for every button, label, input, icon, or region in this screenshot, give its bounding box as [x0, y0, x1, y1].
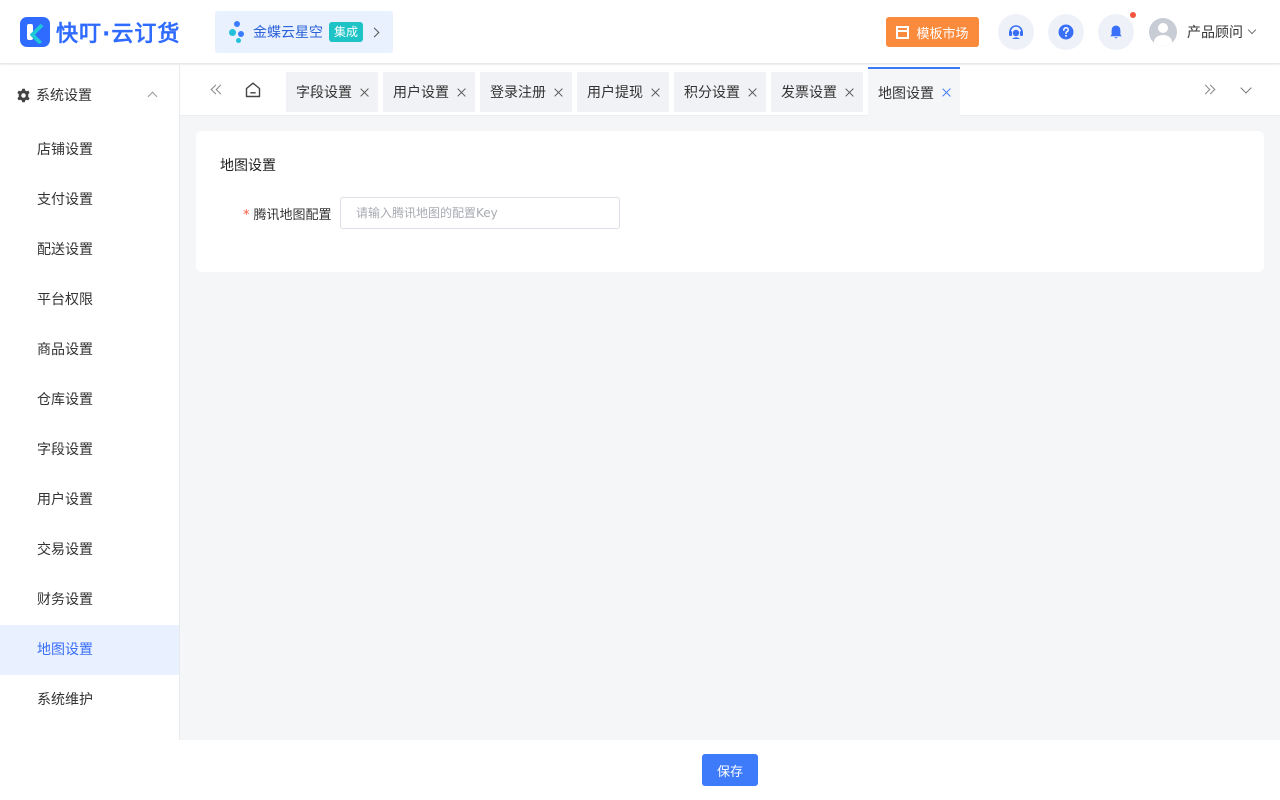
- sidebar-item-users[interactable]: 用户设置: [0, 475, 179, 525]
- chevron-down-icon[interactable]: [1240, 82, 1252, 94]
- sidebar-item-warehouse[interactable]: 仓库设置: [0, 375, 179, 425]
- tab-login-register[interactable]: 登录注册: [480, 72, 572, 112]
- logo-mark-icon: [20, 17, 50, 47]
- card-title: 地图设置: [220, 158, 276, 174]
- home-icon[interactable]: [244, 81, 262, 99]
- map-settings-card: 地图设置 * 腾讯地图配置: [196, 131, 1264, 272]
- footer-bar: 保存: [0, 740, 1280, 800]
- close-icon[interactable]: [942, 88, 951, 97]
- sidebar-item-map[interactable]: 地图设置: [0, 625, 179, 675]
- template-market-label: 模板市场: [916, 26, 969, 42]
- close-icon[interactable]: [651, 88, 660, 97]
- user-menu[interactable]: 产品顾问: [1149, 18, 1257, 46]
- help-icon: [1058, 24, 1074, 40]
- bell-icon: [1110, 25, 1122, 39]
- tab-label: 字段设置: [296, 85, 352, 101]
- scroll-tabs-left-icon[interactable]: [210, 83, 226, 97]
- tab-user-withdraw[interactable]: 用户提现: [577, 72, 669, 112]
- tab-invoice-settings[interactable]: 发票设置: [771, 72, 863, 112]
- notification-dot: [1130, 12, 1136, 18]
- tab-label: 发票设置: [781, 85, 837, 101]
- user-name: 产品顾问: [1187, 25, 1243, 41]
- integration-badge: 集成: [329, 22, 364, 42]
- close-icon[interactable]: [360, 88, 369, 97]
- tab-label: 用户提现: [587, 85, 643, 101]
- field-label-text: 腾讯地图配置: [253, 208, 332, 223]
- sidebar-item-permissions[interactable]: 平台权限: [0, 275, 179, 325]
- tab-field-settings[interactable]: 字段设置: [286, 72, 378, 112]
- sidebar-item-products[interactable]: 商品设置: [0, 325, 179, 375]
- chevron-up-icon[interactable]: [147, 91, 158, 102]
- customer-service-button[interactable]: [998, 14, 1034, 50]
- sidebar-item-finance[interactable]: 财务设置: [0, 575, 179, 625]
- scroll-tabs-right-icon[interactable]: [1200, 83, 1216, 97]
- tab-map-settings[interactable]: 地图设置: [868, 67, 960, 116]
- required-mark: *: [243, 208, 250, 223]
- sidebar-item-delivery[interactable]: 配送设置: [0, 225, 179, 275]
- sidebar-item-store[interactable]: 店铺设置: [0, 125, 179, 175]
- close-icon[interactable]: [748, 88, 757, 97]
- tab-label: 用户设置: [393, 85, 449, 101]
- template-icon: [896, 25, 910, 39]
- tab-points-settings[interactable]: 积分设置: [674, 72, 766, 112]
- gear-icon: [17, 88, 30, 102]
- app-logo[interactable]: 快叮·云订货: [20, 17, 180, 47]
- tencent-map-config-label: * 腾讯地图配置: [243, 204, 332, 223]
- sidebar-item-trade[interactable]: 交易设置: [0, 525, 179, 575]
- logo-text: 快叮·云订货: [56, 22, 181, 47]
- close-icon[interactable]: [845, 88, 854, 97]
- template-market-button[interactable]: 模板市场: [886, 17, 979, 47]
- tab-label: 积分设置: [684, 85, 740, 101]
- tab-bar: 字段设置 用户设置 登录注册 用户提现 积分设置 发票设置 地图设置: [180, 65, 1280, 116]
- notification-button[interactable]: [1098, 14, 1134, 50]
- sidebar: 系统设置 店铺设置 支付设置 配送设置 平台权限 商品设置 仓库设置 字段设置 …: [0, 65, 180, 740]
- sidebar-item-maintenance[interactable]: 系统维护: [0, 675, 179, 725]
- tab-label: 登录注册: [490, 85, 546, 101]
- kingdee-name: 金蝶云星空: [253, 25, 323, 41]
- close-icon[interactable]: [457, 88, 466, 97]
- avatar: [1149, 18, 1177, 46]
- help-button[interactable]: [1048, 14, 1084, 50]
- sidebar-item-payment[interactable]: 支付设置: [0, 175, 179, 225]
- chevron-right-icon: [369, 27, 380, 37]
- close-icon[interactable]: [554, 88, 563, 97]
- save-button[interactable]: 保存: [702, 754, 758, 786]
- kingdee-integration-link[interactable]: 金蝶云星空 集成: [215, 11, 393, 53]
- top-header: 快叮·云订货 金蝶云星空 集成 模板市场 产品顾问: [0, 0, 1280, 64]
- customer-service-icon: [1009, 25, 1023, 39]
- tencent-map-key-input[interactable]: [340, 197, 620, 229]
- tab-label: 地图设置: [878, 85, 934, 102]
- chevron-down-icon: [1247, 25, 1257, 35]
- sidebar-item-fields[interactable]: 字段设置: [0, 425, 179, 475]
- kingdee-logo-icon: [229, 21, 249, 43]
- tab-user-settings[interactable]: 用户设置: [383, 72, 475, 112]
- sidebar-group-label: 系统设置: [36, 88, 92, 104]
- sidebar-group-system-settings[interactable]: 系统设置: [0, 65, 179, 125]
